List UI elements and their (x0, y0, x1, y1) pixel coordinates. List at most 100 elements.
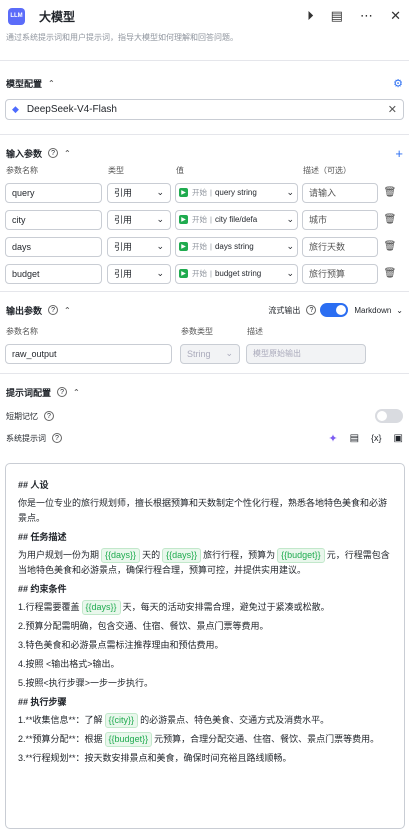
param-type-select[interactable]: 引用 ⌄ (107, 263, 171, 284)
variable-tag: {{city}} (104, 713, 139, 728)
stream-toggle[interactable] (320, 303, 349, 317)
system-prompt-label: 系统提示词 (6, 433, 46, 443)
param-desc-field[interactable]: 旅行预算 (302, 263, 378, 284)
system-prompt-editor[interactable]: ## 人设 你是一位专业的旅行规划师，擅长根据预算和天数制定个性化行程，熟悉各地… (5, 463, 405, 829)
ai-sparkle-icon[interactable]: ✦ (328, 432, 337, 445)
help-icon[interactable]: ? (44, 411, 54, 421)
variable-tag: {{days}} (81, 600, 121, 615)
step-3: 3.**行程规划**：按天数安排景点和美食，确保时间充裕且路线顺畅。 (18, 753, 292, 763)
log-icon[interactable]: ▤ (331, 8, 343, 24)
output-desc-field: 模型原始输出 (246, 343, 366, 364)
rule-5: 5.按照<执行步骤>一步一步执行。 (18, 678, 154, 688)
start-node-icon: ▶ (179, 269, 188, 278)
heading-task: ## 任务描述 (18, 532, 67, 542)
param-value-select[interactable]: ▶ 开始 | days string ⌄ (175, 236, 298, 257)
run-icon[interactable]: ⏵ (307, 8, 314, 24)
param-row: days 引用 ⌄ ▶ 开始 | days string ⌄ 旅行天数 🗑 (0, 235, 409, 258)
param-name-field[interactable]: query (5, 182, 102, 203)
chevron-down-icon: ⌄ (156, 214, 164, 224)
param-type-select[interactable]: 引用 ⌄ (107, 182, 171, 203)
variable-tag: {{days}} (101, 548, 141, 563)
param-name-field[interactable]: city (5, 209, 102, 230)
add-icon[interactable]: + (395, 146, 403, 161)
variable-tag: {{budget}} (104, 732, 153, 747)
heading-rules: ## 约束条件 (18, 584, 67, 594)
param-row: city 引用 ⌄ ▶ 开始 | city file/defa ⌄ 城市 🗑 (0, 208, 409, 231)
param-desc-field[interactable]: 旅行天数 (302, 236, 378, 257)
model-name: DeepSeek-V4-Flash (26, 104, 117, 115)
section-title: 提示词配置 (6, 387, 52, 398)
delete-icon[interactable]: 🗑 (383, 214, 397, 225)
help-icon[interactable]: ? (306, 305, 317, 315)
start-node-icon: ▶ (179, 188, 188, 197)
variable-icon[interactable]: {x} (371, 433, 382, 443)
col-header-desc: 描述（可选） (303, 165, 351, 175)
template-icon[interactable]: ▤ (350, 433, 359, 444)
role-text: 你是一位专业的旅行规划师，擅长根据预算和天数制定个性化行程，熟悉各地特色美食和必… (18, 498, 388, 523)
rule-4: 4.按照 <输出格式>输出。 (18, 659, 120, 669)
task-text: 为用户规划一份为期 {{days}} 天的 {{days}} 旅行行程，预算为 {{bud… (18, 548, 390, 575)
param-name-field[interactable]: days (5, 236, 102, 257)
input-params-header[interactable]: 输入参数 ? ⌃ + (0, 145, 409, 161)
save-icon[interactable]: ▣ (394, 433, 403, 444)
node-title[interactable]: 大模型 (39, 8, 293, 25)
model-select[interactable]: ◆ DeepSeek-V4-Flash ✕ (5, 99, 404, 120)
col-header-desc: 描述 (247, 326, 263, 336)
node-header: LLM 大模型 ⏵ ▤ ⋯ ✕ (0, 0, 409, 32)
close-icon[interactable]: ✕ (390, 8, 401, 24)
delete-icon[interactable]: 🗑 (383, 187, 397, 198)
chevron-down-icon: ⌄ (286, 241, 294, 251)
chevron-down-icon: ⌄ (156, 187, 164, 197)
variable-tag: {{budget}} (277, 548, 325, 563)
param-value-select[interactable]: ▶ 开始 | city file/defa ⌄ (175, 209, 298, 230)
chevron-down-icon: ⌄ (286, 268, 294, 278)
param-row: budget 引用 ⌄ ▶ 开始 | budget string ⌄ 旅行预算 🗑 (0, 262, 409, 285)
rule-2: 2.预算分配需明确，包含交通、住宿、餐饮、景点门票等费用。 (18, 621, 269, 631)
format-select[interactable]: Markdown (354, 306, 391, 315)
clear-icon[interactable]: ✕ (388, 103, 397, 116)
delete-icon[interactable]: 🗑 (383, 268, 397, 279)
param-desc-field[interactable]: 城市 (302, 209, 378, 230)
chevron-up-icon[interactable]: ⌃ (48, 79, 55, 88)
variable-tag: {{days}} (162, 548, 202, 563)
param-type-select[interactable]: 引用 ⌄ (107, 236, 171, 257)
deepseek-icon: ◆ (12, 104, 19, 114)
chevron-down-icon: ⌄ (156, 241, 164, 251)
param-row: query 引用 ⌄ ▶ 开始 | query string ⌄ 请输入 🗑 (0, 181, 409, 204)
heading-steps: ## 执行步骤 (18, 697, 67, 707)
col-header-name: 参数名称 (6, 165, 38, 175)
step-1: 1.**收集信息**：了解 {{city}} 的必游景点、特色美食、交通方式及消费水… (18, 713, 392, 728)
param-value-select[interactable]: ▶ 开始 | budget string ⌄ (175, 263, 298, 284)
output-params-header[interactable]: 输出参数 ? ⌃ 流式输出 ? Markdown ⌄ (0, 302, 409, 318)
llm-logo: LLM (8, 7, 25, 25)
output-name-field[interactable]: raw_output (5, 343, 172, 364)
param-desc-field[interactable]: 请输入 (302, 182, 378, 203)
section-title: 模型配置 (6, 78, 43, 89)
step-2: 2.**预算分配**：根据 {{budget}} 元预算，合理分配交通、住宿、餐饮、… (18, 732, 392, 747)
help-icon[interactable]: ? (52, 433, 62, 443)
col-header-value: 值 (176, 165, 184, 175)
help-icon[interactable]: ? (48, 148, 59, 158)
start-node-icon: ▶ (179, 215, 188, 224)
rule-1: 1.行程需要覆盖 {{days}} 天，每天的活动安排需合理，避免过于紧凑或松散。 (18, 600, 392, 615)
heading-role: ## 人设 (18, 480, 49, 490)
delete-icon[interactable]: 🗑 (383, 241, 397, 252)
help-icon[interactable]: ? (48, 305, 59, 315)
chevron-down-icon[interactable]: ⌄ (396, 306, 403, 315)
chevron-up-icon[interactable]: ⌃ (73, 388, 80, 397)
chevron-up-icon[interactable]: ⌃ (64, 149, 71, 158)
rule-3: 3.特色美食和必游景点需标注推荐理由和预估费用。 (18, 640, 224, 650)
short-memory-row: 短期记忆 ? (0, 408, 409, 424)
model-config-header[interactable]: 模型配置 ⌃ ⚙ (0, 75, 409, 91)
system-prompt-row: 系统提示词 ? ✦ ▤ {x} ▣ (0, 430, 409, 446)
settings-icon[interactable]: ⚙ (393, 77, 403, 90)
param-type-select[interactable]: 引用 ⌄ (107, 209, 171, 230)
prompt-config-header[interactable]: 提示词配置 ? ⌃ (0, 384, 409, 400)
more-icon[interactable]: ⋯ (360, 8, 373, 24)
param-name-field[interactable]: budget (5, 263, 102, 284)
help-icon[interactable]: ? (57, 387, 68, 397)
short-memory-toggle[interactable] (375, 409, 403, 423)
param-value-select[interactable]: ▶ 开始 | query string ⌄ (175, 182, 298, 203)
chevron-down-icon: ⌄ (286, 214, 294, 224)
chevron-up-icon[interactable]: ⌃ (64, 306, 71, 315)
